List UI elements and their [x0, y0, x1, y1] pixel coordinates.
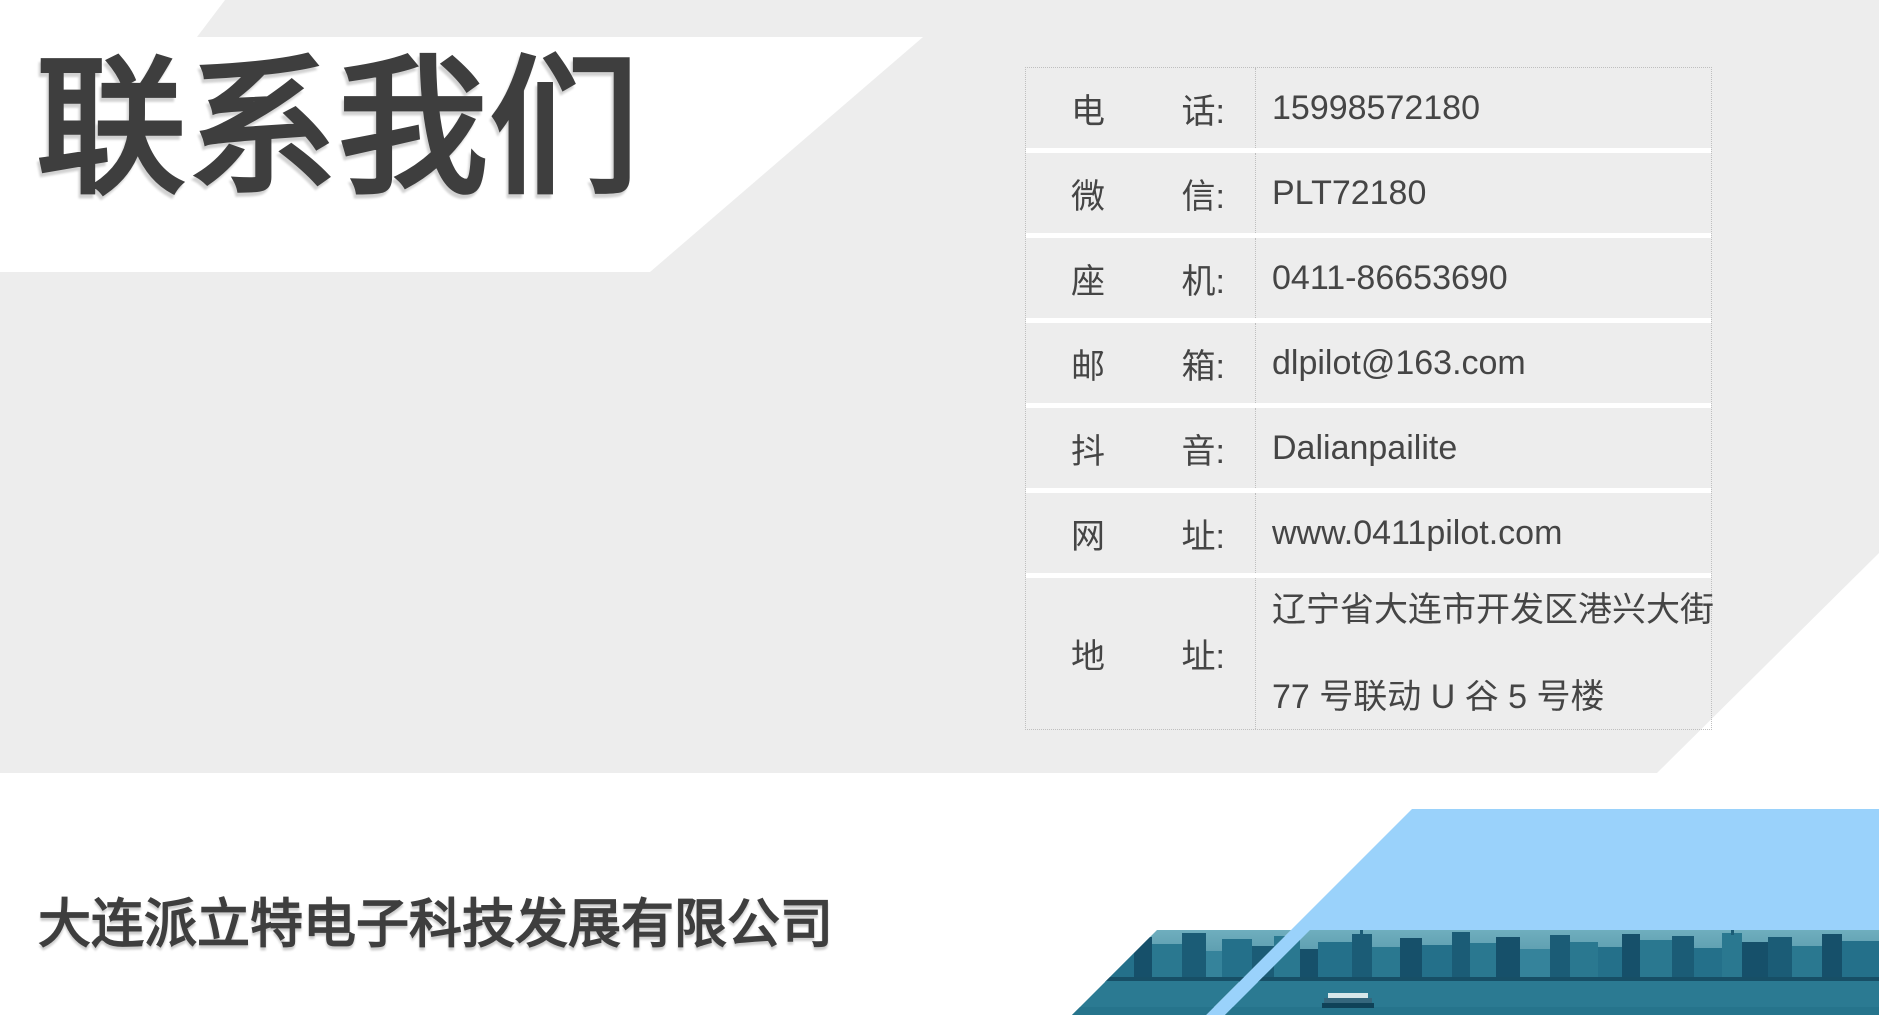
landline-label: 座 机:: [1026, 238, 1256, 318]
label-char: 微: [1071, 169, 1105, 218]
wechat-label: 微 信:: [1026, 153, 1256, 233]
label-char: 箱:: [1182, 339, 1225, 388]
website-label: 网 址:: [1026, 493, 1256, 573]
wechat-value: PLT72180: [1256, 153, 1711, 233]
label-char: 机:: [1182, 254, 1225, 303]
table-row-wechat: 微 信: PLT72180: [1026, 153, 1711, 238]
phone-label: 电 话:: [1026, 68, 1256, 148]
label-char: 话:: [1182, 84, 1225, 133]
label-char: 址:: [1182, 509, 1225, 558]
slide: 联系我们 电 话: 15998572180 微 信: PLT72180 座 机:…: [0, 0, 1879, 1015]
cityscape-graphic: [1060, 809, 1879, 1015]
landline-value: 0411-86653690: [1256, 238, 1711, 318]
contact-table: 电 话: 15998572180 微 信: PLT72180 座 机: 0411…: [1025, 67, 1712, 730]
label-char: 电: [1071, 84, 1105, 133]
website-value: www.0411pilot.com: [1256, 493, 1711, 573]
table-row-address: 地 址: 辽宁省大连市开发区港兴大街 77 号联动 U 谷 5 号楼: [1026, 578, 1711, 729]
label-char: 座: [1071, 254, 1105, 303]
label-char: 信:: [1182, 169, 1225, 218]
table-row-email: 邮 箱: dlpilot@163.com: [1026, 323, 1711, 408]
page-title: 联系我们: [36, 38, 640, 218]
email-value: dlpilot@163.com: [1256, 323, 1711, 403]
address-value: 辽宁省大连市开发区港兴大街 77 号联动 U 谷 5 号楼: [1256, 578, 1714, 729]
phone-value: 15998572180: [1256, 68, 1711, 148]
address-line-2: 77 号联动 U 谷 5 号楼: [1272, 654, 1605, 741]
label-char: 网: [1071, 509, 1105, 558]
douyin-value: Dalianpailite: [1256, 408, 1711, 488]
label-char: 抖: [1071, 424, 1105, 473]
table-row-phone: 电 话: 15998572180: [1026, 68, 1711, 153]
label-char: 址:: [1182, 629, 1225, 678]
table-row-douyin: 抖 音: Dalianpailite: [1026, 408, 1711, 493]
label-char: 音:: [1182, 424, 1225, 473]
label-char: 邮: [1071, 339, 1105, 388]
table-row-landline: 座 机: 0411-86653690: [1026, 238, 1711, 323]
email-label: 邮 箱:: [1026, 323, 1256, 403]
douyin-label: 抖 音:: [1026, 408, 1256, 488]
label-char: 地: [1071, 629, 1105, 678]
company-name: 大连派立特电子科技发展有限公司: [38, 882, 833, 958]
table-row-website: 网 址: www.0411pilot.com: [1026, 493, 1711, 578]
address-line-1: 辽宁省大连市开发区港兴大街: [1272, 567, 1714, 654]
address-label: 地 址:: [1026, 578, 1256, 729]
